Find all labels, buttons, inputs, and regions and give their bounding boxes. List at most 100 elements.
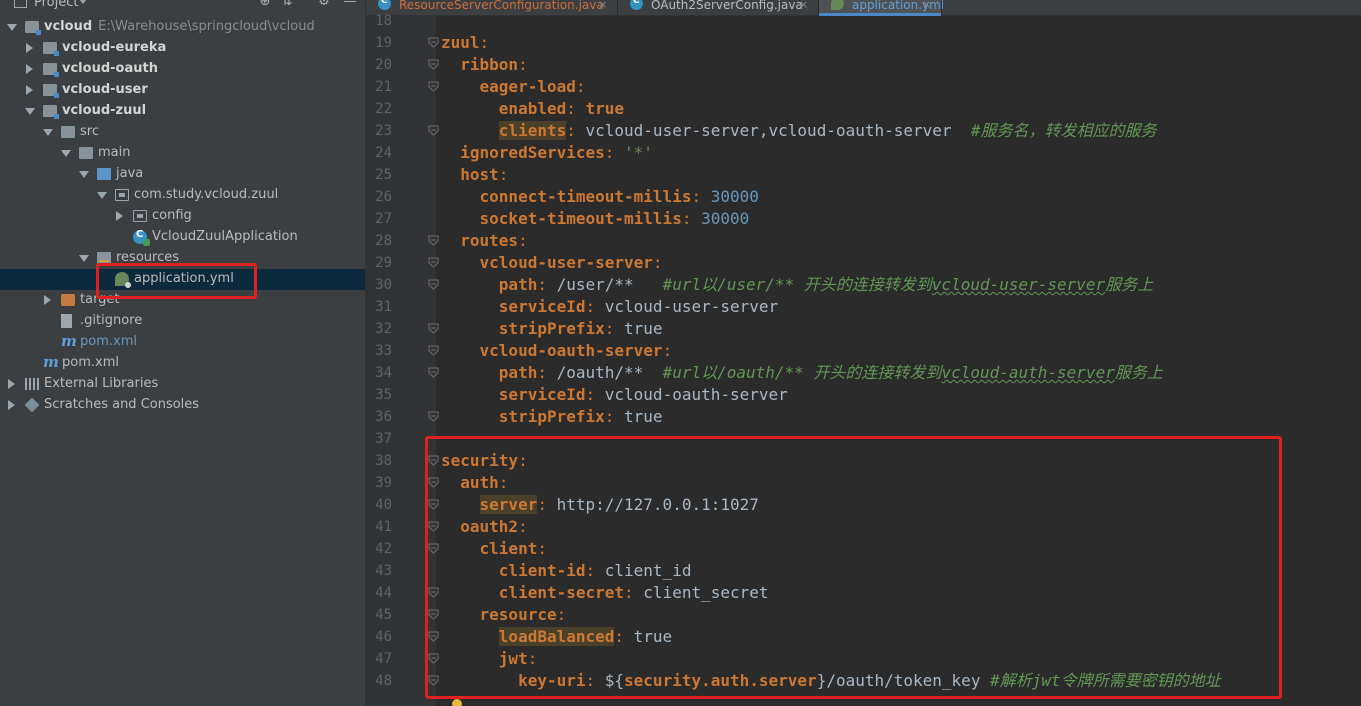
tree-item[interactable]: java	[0, 164, 365, 185]
fold-marker-icon[interactable]	[428, 37, 439, 48]
tree-item[interactable]: target	[0, 290, 365, 311]
chevron-down-icon[interactable]	[79, 0, 87, 4]
code-line[interactable]: loadBalanced: true	[441, 626, 672, 648]
fold-marker-icon[interactable]	[428, 125, 439, 136]
tree-item[interactable]: config	[0, 206, 365, 227]
code-line[interactable]: server: http://127.0.0.1:1027	[441, 494, 759, 516]
fold-marker-icon[interactable]	[428, 521, 439, 532]
code-line[interactable]: key-uri: ${security.auth.server}/oauth/t…	[441, 670, 1221, 692]
tree-item[interactable]: vcloud-oauth	[0, 59, 365, 80]
fold-marker-icon[interactable]	[428, 279, 439, 290]
chevron-down-icon[interactable]	[7, 24, 17, 31]
tree-item[interactable]: src	[0, 122, 365, 143]
code-line[interactable]: serviceId: vcloud-user-server	[441, 296, 778, 318]
code-line[interactable]: serviceId: vcloud-oauth-server	[441, 384, 788, 406]
close-icon[interactable]: ×	[598, 0, 607, 11]
chevron-down-icon[interactable]	[25, 108, 35, 115]
tree-item-name: config	[152, 208, 192, 223]
editor-tab[interactable]: ResourceServerConfiguration.java×	[366, 0, 618, 16]
chevron-right-icon[interactable]	[8, 400, 15, 410]
fold-marker-icon[interactable]	[428, 653, 439, 664]
code-line[interactable]: security:	[441, 450, 528, 472]
chevron-right-icon[interactable]	[44, 295, 51, 305]
code-line[interactable]: jwt:	[441, 648, 538, 670]
code-line[interactable]: client-secret: client_secret	[441, 582, 769, 604]
fold-marker-icon[interactable]	[428, 345, 439, 356]
tree-item[interactable]: VcloudZuulApplication	[0, 227, 365, 248]
chevron-down-icon[interactable]	[43, 129, 53, 136]
collapse-settings-icon[interactable]: ⇅	[280, 0, 294, 9]
chevron-down-icon[interactable]	[79, 255, 89, 262]
tree-item[interactable]: vcloud-user	[0, 80, 365, 101]
locate-file-icon[interactable]: ⊕	[258, 0, 272, 9]
tree-item[interactable]: com.study.vcloud.zuul	[0, 185, 365, 206]
tree-item[interactable]: .gitignore	[0, 311, 365, 332]
code-line[interactable]: clients: vcloud-user-server,vcloud-oauth…	[441, 120, 1156, 142]
gear-icon[interactable]: ⚙	[317, 0, 331, 9]
code-line[interactable]: path: /oauth/** #url以/oauth/** 开头的连接转发到v…	[441, 362, 1163, 384]
code-line[interactable]: ribbon:	[441, 54, 527, 76]
tree-item[interactable]: main	[0, 143, 365, 164]
fold-marker-icon[interactable]	[428, 411, 439, 422]
fold-marker-icon[interactable]	[428, 609, 439, 620]
close-icon[interactable]: ×	[922, 0, 931, 11]
code-line[interactable]: oauth2:	[441, 516, 527, 538]
code-line[interactable]: host:	[441, 164, 508, 186]
code-line[interactable]: zuul:	[441, 32, 489, 54]
code-line[interactable]: client-id: client_id	[441, 560, 692, 582]
fold-marker-icon[interactable]	[428, 631, 439, 642]
code-line[interactable]: resource:	[441, 604, 567, 626]
tree-item[interactable]: m pom.xml	[0, 332, 365, 353]
editor-tab[interactable]: OAuth2ServerConfig.java×	[618, 0, 819, 16]
chevron-right-icon[interactable]	[26, 64, 33, 74]
tree-item[interactable]: vcloud E:\Warehouse\springcloud\vcloud	[0, 17, 365, 38]
fold-marker-icon[interactable]	[428, 235, 439, 246]
fold-marker-icon[interactable]	[428, 257, 439, 268]
code-line[interactable]: vcloud-user-server:	[441, 252, 663, 274]
lightbulb-icon[interactable]	[452, 699, 462, 706]
code-line[interactable]: enabled: true	[441, 98, 624, 120]
tree-item[interactable]: External Libraries	[0, 374, 365, 395]
code-line[interactable]: eager-load:	[441, 76, 586, 98]
chevron-down-icon[interactable]	[79, 171, 89, 178]
code-line[interactable]: client:	[441, 538, 547, 560]
code-line[interactable]: routes:	[441, 230, 527, 252]
fold-marker-icon[interactable]	[428, 455, 439, 466]
code-area[interactable]: zuul: ribbon: eager-load: enabled: true …	[441, 16, 1361, 706]
code-token: :	[537, 539, 547, 558]
code-line[interactable]: stripPrefix: true	[441, 318, 663, 340]
fold-marker-icon[interactable]	[428, 477, 439, 488]
code-line[interactable]: path: /user/** #url以/user/** 开头的连接转发到vcl…	[441, 274, 1153, 296]
code-line[interactable]: vcloud-oauth-server:	[441, 340, 673, 362]
editor-tab[interactable]: application.yml ×	[819, 0, 944, 16]
code-line[interactable]: auth:	[441, 472, 508, 494]
fold-marker-icon[interactable]	[428, 587, 439, 598]
chevron-down-icon[interactable]	[61, 150, 71, 157]
tree-item[interactable]: resources	[0, 248, 365, 269]
tree-item[interactable]: application.yml	[0, 269, 365, 290]
code-line[interactable]: connect-timeout-millis: 30000	[441, 186, 759, 208]
chevron-right-icon[interactable]	[26, 85, 33, 95]
fold-marker-icon[interactable]	[428, 543, 439, 554]
fold-marker-icon[interactable]	[428, 323, 439, 334]
tree-item[interactable]: vcloud-eureka	[0, 38, 365, 59]
tree-item[interactable]: Scratches and Consoles	[0, 395, 365, 416]
chevron-down-icon[interactable]	[97, 192, 107, 199]
close-icon[interactable]: ×	[799, 0, 808, 11]
chevron-right-icon[interactable]	[8, 379, 15, 389]
code-token: serviceId	[498, 297, 586, 316]
fold-marker-icon[interactable]	[428, 367, 439, 378]
fold-marker-icon[interactable]	[428, 675, 439, 686]
code-line[interactable]: ignoredServices: '*'	[441, 142, 653, 164]
code-line[interactable]: socket-timeout-millis: 30000	[441, 208, 750, 230]
fold-marker-icon[interactable]	[428, 59, 439, 70]
fold-marker-icon[interactable]	[428, 499, 439, 510]
chevron-right-icon[interactable]	[26, 43, 33, 53]
fold-marker-icon[interactable]	[428, 81, 439, 92]
tree-item[interactable]: vcloud-zuul	[0, 101, 365, 122]
project-view-selector[interactable]: Project	[34, 0, 78, 10]
hide-panel-icon[interactable]: —	[343, 0, 357, 9]
chevron-right-icon[interactable]	[116, 211, 123, 221]
code-line[interactable]: stripPrefix: true	[441, 406, 663, 428]
tree-item[interactable]: m pom.xml	[0, 353, 365, 374]
